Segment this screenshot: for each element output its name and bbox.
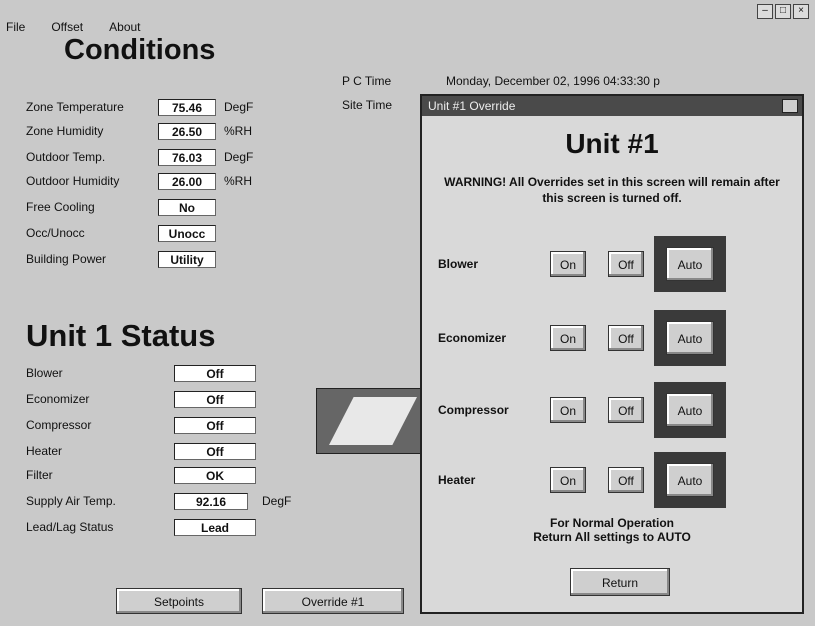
menu-bar: File Offset About [6,20,141,34]
site-time-label: Site Time [342,98,393,112]
row-unit: DegF [262,494,292,508]
return-button[interactable]: Return [570,568,670,596]
economizer-auto-selected: Auto [654,310,726,366]
outdoor-temp-value: 76.03 [158,148,216,166]
row-label: Free Cooling [26,200,95,214]
compressor-status-value: Off [174,416,256,434]
override-row-label: Economizer [438,331,507,345]
conditions-row: Building Power Utility [26,248,216,270]
building-power-value: Utility [158,250,216,268]
conditions-row: Zone Temperature 75.46 DegF [26,96,253,118]
menu-offset[interactable]: Offset [51,20,83,34]
economizer-auto-button[interactable]: Auto [666,321,714,355]
maximize-button[interactable]: □ [775,4,791,19]
conditions-row: Zone Humidity 26.50 %RH [26,120,252,142]
note-line-1: For Normal Operation [549,516,674,530]
compressor-on-button[interactable]: On [550,397,586,423]
override-row-heater: Heater On Off Auto [438,452,726,508]
compressor-auto-button[interactable]: Auto [666,393,714,427]
status-row: Lead/Lag Status Lead [26,516,256,538]
status-row: Compressor Off [26,414,256,436]
row-label: Outdoor Temp. [26,150,106,164]
conditions-row: Free Cooling No [26,196,216,218]
setpoints-button[interactable]: Setpoints [116,588,242,614]
lead-lag-status-value: Lead [174,518,256,536]
zone-temperature-value: 75.46 [158,98,216,116]
row-label: Compressor [26,418,92,432]
row-label: Building Power [26,252,107,266]
economizer-off-button[interactable]: Off [608,325,644,351]
row-label: Supply Air Temp. [26,494,116,508]
status-title: Unit 1 Status [26,318,216,353]
dialog-titlebar: Unit #1 Override [422,96,802,116]
pc-time-label: P C Time [342,74,392,88]
status-row: Filter OK [26,464,256,486]
conditions-row: Occ/Unocc Unocc [26,222,216,244]
free-cooling-value: No [158,198,216,216]
row-label: Blower [26,366,63,380]
status-row: Economizer Off [26,388,256,410]
note-line-2: Return All settings to AUTO [533,530,691,544]
compressor-off-button[interactable]: Off [608,397,644,423]
row-unit: DegF [224,150,254,164]
blower-on-button[interactable]: On [550,251,586,277]
override-button[interactable]: Override #1 [262,588,404,614]
supply-air-temp-value: 92.16 [174,492,248,510]
compressor-auto-selected: Auto [654,382,726,438]
row-label: Occ/Unocc [26,226,85,240]
status-row: Blower Off [26,362,256,384]
override-row-label: Blower [438,257,479,271]
heater-on-button[interactable]: On [550,467,586,493]
heater-auto-button[interactable]: Auto [666,463,714,497]
occ-unocc-value: Unocc [158,224,216,242]
menu-file[interactable]: File [6,20,25,34]
override-dialog: Unit #1 Override Unit #1 WARNING! All Ov… [420,94,804,614]
conditions-row: Outdoor Temp. 76.03 DegF [26,146,253,168]
zone-humidity-value: 26.50 [158,122,216,140]
row-label: Filter [26,468,53,482]
status-row: Heater Off [26,440,256,462]
normal-operation-note: For Normal Operation Return All settings… [422,516,802,544]
override-row-compressor: Compressor On Off Auto [438,382,726,438]
row-label: Zone Humidity [26,124,104,138]
blower-auto-selected: Auto [654,236,726,292]
economizer-on-button[interactable]: On [550,325,586,351]
override-row-blower: Blower On Off Auto [438,236,726,292]
economizer-status-value: Off [174,390,256,408]
blower-auto-button[interactable]: Auto [666,247,714,281]
blower-status-value: Off [174,364,256,382]
row-label: Zone Temperature [26,100,124,114]
row-label: Outdoor Humidity [26,174,120,188]
row-unit: DegF [224,100,254,114]
dialog-warning: WARNING! All Overrides set in this scree… [444,175,780,205]
row-label: Lead/Lag Status [26,520,114,534]
menu-about[interactable]: About [109,20,140,34]
filter-status-value: OK [174,466,256,484]
override-row-label: Heater [438,473,476,487]
heater-auto-selected: Auto [654,452,726,508]
unit-graphic [316,388,428,454]
override-row-label: Compressor [438,403,509,417]
pc-time-value: Monday, December 02, 1996 04:33:30 p [446,74,660,88]
dialog-close-button[interactable] [782,99,798,113]
row-label: Economizer [26,392,90,406]
row-unit: %RH [224,124,253,138]
status-row: Supply Air Temp. 92.16 DegF [26,490,291,512]
outdoor-humidity-value: 26.00 [158,172,216,190]
conditions-row: Outdoor Humidity 26.00 %RH [26,170,252,192]
dialog-title: Unit #1 Override [428,99,516,113]
dialog-heading: Unit #1 [565,128,659,159]
unit-graphic-pane [329,397,417,445]
row-unit: %RH [224,174,253,188]
minimize-button[interactable]: – [757,4,773,19]
row-label: Heater [26,444,63,458]
blower-off-button[interactable]: Off [608,251,644,277]
window-controls: – □ × [757,4,809,19]
close-button[interactable]: × [793,4,809,19]
override-row-economizer: Economizer On Off Auto [438,310,726,366]
heater-off-button[interactable]: Off [608,467,644,493]
conditions-title: Conditions [64,34,216,66]
heater-status-value: Off [174,442,256,460]
